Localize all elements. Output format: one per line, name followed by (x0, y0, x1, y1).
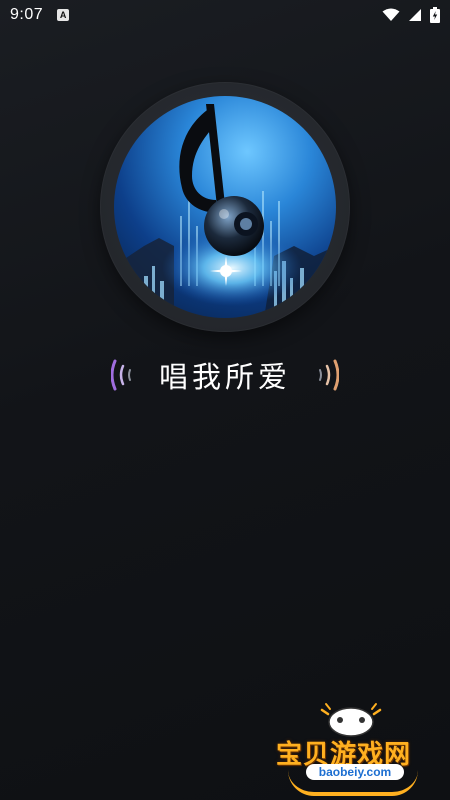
battery-charging-icon (430, 7, 440, 23)
logo-disc (100, 82, 350, 332)
cell-signal-icon (409, 9, 421, 21)
status-time: 9:07 (10, 6, 44, 23)
slogan-text: 唱我所爱 (158, 360, 291, 394)
status-bar: 9:07 A (0, 0, 450, 30)
music-note-speaker-icon (114, 104, 336, 318)
gamepad-mascot-icon (320, 703, 382, 737)
sound-wave-left-icon (110, 359, 131, 391)
wifi-icon (382, 8, 400, 21)
status-left: 9:07 A (10, 6, 70, 24)
logo-artwork (114, 96, 336, 318)
status-right (382, 7, 440, 23)
sound-wave-right-icon (319, 359, 339, 391)
watermark-url: baobeiy.com (306, 764, 404, 780)
slogan-row: 唱我所爱 (0, 352, 450, 398)
watermark-logo: 宝贝游戏网 baobeiy.com (270, 700, 440, 796)
app-a-icon: A (57, 9, 70, 21)
